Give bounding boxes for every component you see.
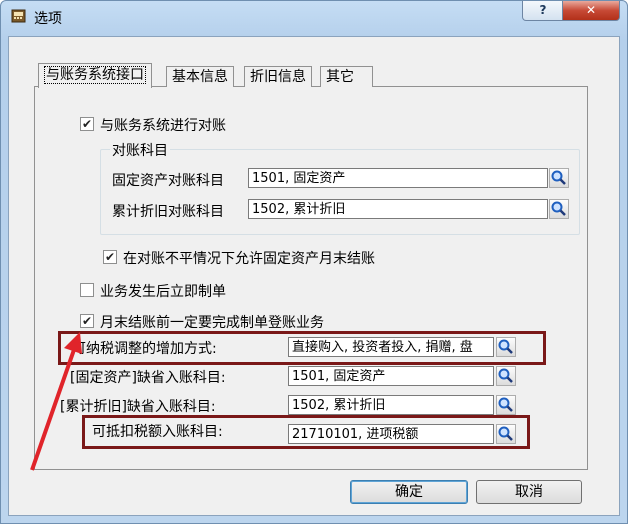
magnifier-icon <box>551 170 566 185</box>
fixed-asset-search-button[interactable] <box>549 168 569 188</box>
annotation-arrow <box>30 332 82 471</box>
depreciation-search-button[interactable] <box>549 199 569 219</box>
magnifier-icon <box>498 397 513 412</box>
close-button[interactable]: ✕ <box>562 1 620 21</box>
fixed-asset-default-label: [固定资产]缺省入账科目: <box>70 370 226 386</box>
help-button[interactable]: ? <box>522 1 564 21</box>
ok-button[interactable]: 确定 <box>350 480 468 504</box>
tab-depreciation-info[interactable]: 折旧信息 <box>244 66 312 87</box>
window-title: 选项 <box>34 11 62 27</box>
allow-close-checkbox[interactable]: ✔ <box>103 250 117 264</box>
depreciation-default-field[interactable]: 1502, 累计折旧 <box>288 395 494 415</box>
highlight-box-deductible-tax <box>82 415 530 449</box>
fixed-asset-default-search-button[interactable] <box>496 366 516 386</box>
voucher-immediately-checkbox[interactable] <box>80 283 94 297</box>
tab-label: 与账务系统接口 <box>44 66 146 84</box>
month-end-label: 月末结账前一定要完成制单登账业务 <box>100 315 324 331</box>
reconcile-accounts-group <box>100 149 580 235</box>
highlight-box-tax-adjust <box>58 331 546 365</box>
reconcile-checkbox[interactable]: ✔ <box>80 117 94 131</box>
depreciation-account-label: 累计折旧对账科目 <box>112 204 224 220</box>
fixed-asset-default-field[interactable]: 1501, 固定资产 <box>288 366 494 386</box>
reconcile-label: 与账务系统进行对账 <box>100 118 226 134</box>
tab-basic-info[interactable]: 基本信息 <box>166 66 234 87</box>
magnifier-icon <box>498 368 513 383</box>
magnifier-icon <box>551 201 566 216</box>
tab-account-interface[interactable]: 与账务系统接口 <box>38 63 152 88</box>
depreciation-account-field[interactable]: 1502, 累计折旧 <box>248 199 548 219</box>
voucher-immediately-label: 业务发生后立即制单 <box>100 284 226 300</box>
fixed-asset-account-field[interactable]: 1501, 固定资产 <box>248 168 548 188</box>
depreciation-default-search-button[interactable] <box>496 395 516 415</box>
fixed-asset-account-label: 固定资产对账科目 <box>112 173 224 189</box>
month-end-checkbox[interactable]: ✔ <box>80 314 94 328</box>
group-title: 对账科目 <box>110 140 170 160</box>
cancel-button[interactable]: 取消 <box>476 480 582 504</box>
allow-close-label: 在对账不平情况下允许固定资产月末结账 <box>123 251 375 267</box>
app-icon <box>10 7 28 25</box>
tab-other[interactable]: 其它 <box>320 66 373 87</box>
